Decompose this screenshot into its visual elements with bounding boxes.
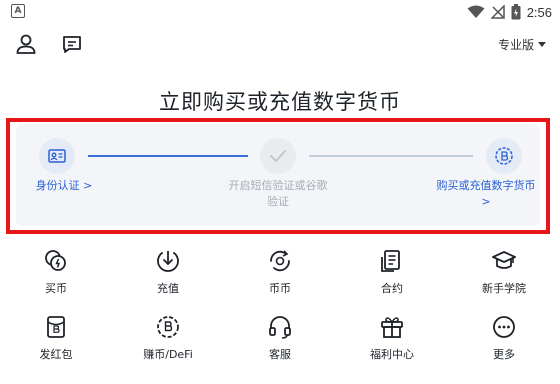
- highlight-annotation-box: [6, 118, 550, 234]
- shortcut-benefits-center[interactable]: 福利中心: [336, 314, 448, 370]
- battery-icon: [511, 4, 521, 20]
- message-icon[interactable]: [60, 32, 84, 56]
- contract-icon: [381, 250, 400, 272]
- a-notification-icon: A: [11, 4, 25, 18]
- earn-coin-icon: [157, 316, 179, 338]
- wifi-icon: [467, 5, 485, 18]
- more-icon: [493, 316, 515, 338]
- shortcut-beginner-academy[interactable]: 新手学院: [448, 248, 560, 304]
- gift-icon: [381, 317, 403, 338]
- status-time: 2:56: [526, 4, 552, 20]
- shortcut-label: 客服: [269, 348, 291, 361]
- page-headline: 立即购买或充值数字货币: [159, 90, 401, 114]
- shortcut-more[interactable]: 更多: [448, 314, 560, 370]
- shortcut-label: 买币: [45, 282, 67, 295]
- shortcut-label: 赚币/DeFi: [143, 348, 193, 361]
- shortcut-label: 币币: [269, 282, 291, 295]
- version-label: 专业版: [497, 38, 534, 52]
- shortcut-label: 新手学院: [482, 282, 526, 295]
- buy-coin-icon: [45, 250, 66, 271]
- shortcut-label: 充值: [157, 282, 179, 295]
- shortcut-red-packet[interactable]: 发红包: [0, 314, 112, 370]
- signal-off-icon: [490, 5, 505, 19]
- red-packet-icon: [47, 316, 65, 338]
- shortcut-label: 合约: [381, 282, 403, 295]
- caret-down-icon: [538, 42, 546, 47]
- shortcut-earn-defi[interactable]: 赚币/DeFi: [112, 314, 224, 370]
- shortcut-label: 更多: [493, 348, 515, 361]
- top-bar: 专业版: [0, 28, 560, 62]
- version-switcher[interactable]: 专业版: [498, 36, 546, 53]
- shortcut-contract[interactable]: 合约: [336, 248, 448, 304]
- shortcut-customer-service[interactable]: 客服: [224, 314, 336, 370]
- shortcut-label: 发红包: [39, 348, 73, 361]
- status-icons: 2:56: [467, 2, 552, 22]
- shortcut-exchange[interactable]: 币币: [224, 248, 336, 304]
- person-icon[interactable]: [14, 32, 38, 56]
- deposit-icon: [157, 251, 179, 272]
- graduation-cap-icon: [492, 251, 516, 269]
- shortcut-buy-coin[interactable]: 买币: [0, 248, 112, 304]
- status-bar: A 2:56: [0, 0, 560, 24]
- shortcut-label: 福利中心: [370, 348, 414, 361]
- shortcut-deposit[interactable]: 充值: [112, 248, 224, 304]
- shortcut-grid: 买币 充值 币币 合约 新手学院 发红包 赚币/DeFi 客服 福利中心 更多: [0, 244, 560, 384]
- exchange-icon: [270, 250, 290, 272]
- headset-icon: [269, 316, 291, 339]
